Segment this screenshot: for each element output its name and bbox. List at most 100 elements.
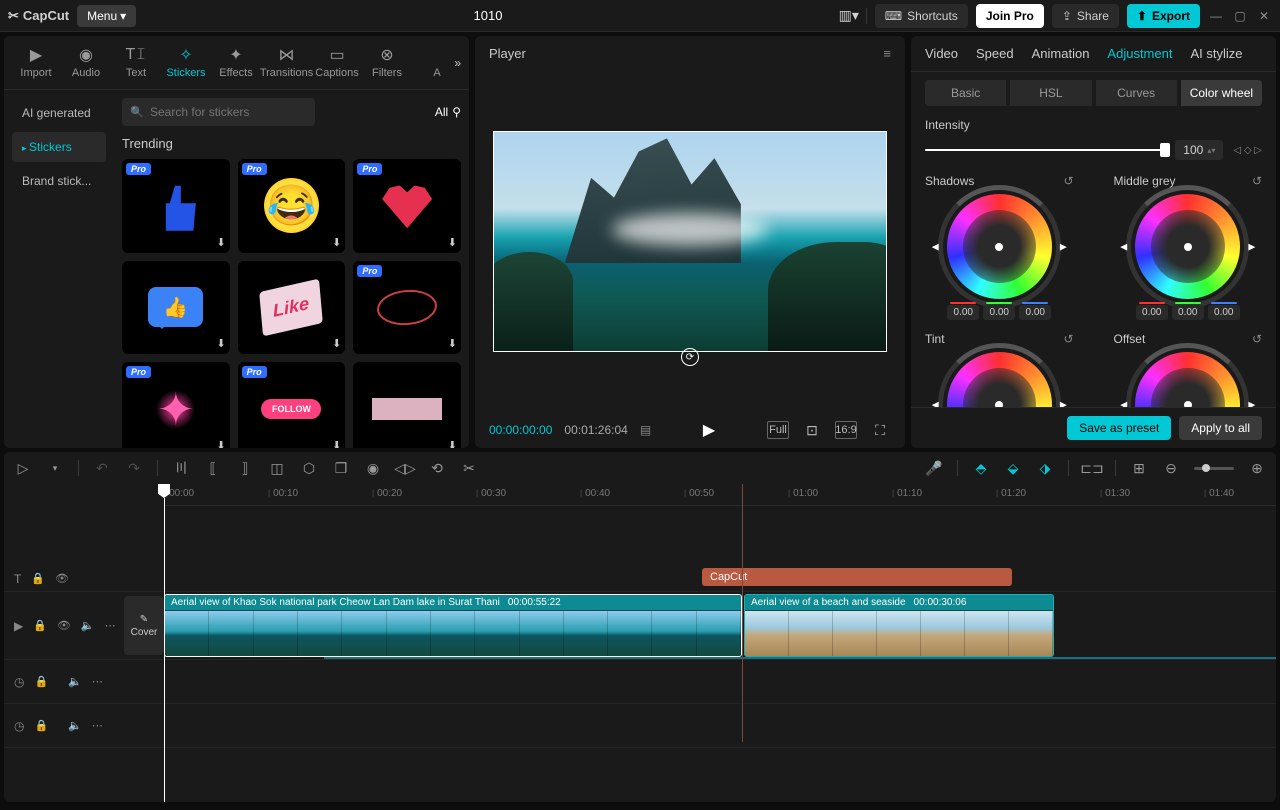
menu-button[interactable]: Menu ▾ xyxy=(77,5,136,27)
sticker-like-text[interactable]: Like⬇ xyxy=(238,261,346,355)
arrow-left-icon[interactable]: ◀ xyxy=(1120,241,1127,252)
rtab-animation[interactable]: Animation xyxy=(1032,46,1090,71)
subtab-color-wheel[interactable]: Color wheel xyxy=(1181,80,1262,106)
trim-left-tool[interactable]: ⟦ xyxy=(204,459,222,477)
arrow-right-icon[interactable]: ▶ xyxy=(1248,399,1255,407)
sticker-thumbs-up[interactable]: Pro⬇ xyxy=(122,159,230,253)
arrow-right-icon[interactable]: ▶ xyxy=(1248,241,1255,252)
duplicate-tool[interactable]: ❐ xyxy=(332,459,350,477)
share-button[interactable]: ⇪ Share xyxy=(1052,4,1119,28)
sticker-like-bubble[interactable]: 👍⬇ xyxy=(122,261,230,355)
preview-canvas[interactable] xyxy=(493,131,887,352)
apply-all-button[interactable]: Apply to all xyxy=(1179,416,1262,440)
intensity-slider[interactable] xyxy=(925,149,1165,151)
subtab-basic[interactable]: Basic xyxy=(925,80,1006,106)
ratio-button[interactable]: 16:9 xyxy=(835,421,857,439)
crop-tool[interactable]: ◫ xyxy=(268,459,286,477)
r-value[interactable]: 0.00 xyxy=(1136,305,1168,320)
dropdown-icon[interactable]: ▾ xyxy=(46,459,64,477)
zoom-in-button[interactable]: ⊕ xyxy=(1248,459,1266,477)
sticker-firework[interactable]: Pro⬇ xyxy=(122,362,230,448)
audio-clip-capcut[interactable]: CapCut xyxy=(702,568,1012,586)
mic-icon[interactable]: 🎤 xyxy=(925,459,943,477)
intensity-value[interactable]: 100▴▾ xyxy=(1175,140,1223,160)
trim-right-tool[interactable]: ⟧ xyxy=(236,459,254,477)
keyframe-controls[interactable]: ◁ ◇ ▷ xyxy=(1233,145,1262,156)
lock-icon[interactable]: 🔒 xyxy=(31,572,45,585)
sticker-heart[interactable]: Pro⬇ xyxy=(353,159,461,253)
tab-import[interactable]: ▶Import xyxy=(12,40,60,89)
b-value[interactable]: 0.00 xyxy=(1208,305,1240,320)
download-icon[interactable]: ⬇ xyxy=(216,337,225,350)
reset-icon[interactable]: ↺ xyxy=(1063,174,1073,188)
playhead-flag[interactable] xyxy=(158,484,170,498)
play-button[interactable]: ▶ xyxy=(703,420,715,440)
download-icon[interactable]: ⬇ xyxy=(332,439,341,448)
sidebar-item-stickers[interactable]: Stickers xyxy=(12,132,106,162)
maximize-icon[interactable]: ▢ xyxy=(1232,8,1248,24)
snap-tool-1[interactable]: ⬘ xyxy=(972,459,990,477)
record-tool[interactable]: ◉ xyxy=(364,459,382,477)
tab-transitions[interactable]: ⋈Transitions xyxy=(262,40,311,89)
r-value[interactable]: 0.00 xyxy=(947,305,979,320)
more-icon[interactable]: ⋯ xyxy=(92,719,103,732)
full-button[interactable]: Full xyxy=(767,421,789,439)
mute-icon[interactable]: 🔈 xyxy=(68,719,82,732)
redo-button[interactable]: ↷ xyxy=(125,459,143,477)
download-icon[interactable]: ⬇ xyxy=(332,337,341,350)
lock-icon[interactable]: 🔒 xyxy=(34,675,48,688)
sticker-follow[interactable]: ProFOLLOW⬇ xyxy=(238,362,346,448)
tab-effects[interactable]: ✦Effects xyxy=(212,40,260,89)
hamburger-icon[interactable]: ≡ xyxy=(883,46,891,61)
sync-icon[interactable]: ⟳ xyxy=(681,348,699,366)
sticker-laugh[interactable]: Pro⬇ xyxy=(238,159,346,253)
sidebar-item-brand[interactable]: Brand stick... xyxy=(12,166,106,196)
rtab-adjustment[interactable]: Adjustment xyxy=(1107,46,1172,71)
filter-all[interactable]: All ⚲ xyxy=(435,105,461,119)
arrow-right-icon[interactable]: ▶ xyxy=(1060,399,1067,407)
mute-icon[interactable]: 🔈 xyxy=(68,675,82,688)
download-icon[interactable]: ⬇ xyxy=(448,337,457,350)
magnet-tool[interactable]: ⊏⊐ xyxy=(1083,459,1101,477)
arrow-left-icon[interactable]: ◀ xyxy=(932,241,939,252)
rotate-tool[interactable]: ⟲ xyxy=(428,459,446,477)
reset-icon[interactable]: ↺ xyxy=(1252,174,1262,188)
g-value[interactable]: 0.00 xyxy=(983,305,1015,320)
export-button[interactable]: ⬆ Export xyxy=(1127,4,1200,28)
sticker-tape[interactable]: ⬇ xyxy=(353,362,461,448)
compare-icon[interactable]: ▤ xyxy=(640,423,651,437)
arrow-left-icon[interactable]: ◀ xyxy=(1120,399,1127,407)
playhead-line[interactable] xyxy=(164,498,165,802)
zoom-slider[interactable] xyxy=(1194,467,1234,470)
lock-icon[interactable]: 🔒 xyxy=(33,619,47,632)
download-icon[interactable]: ⬇ xyxy=(332,236,341,249)
shortcuts-button[interactable]: ⌨ Shortcuts xyxy=(875,4,968,28)
sticker-circle[interactable]: Pro⬇ xyxy=(353,261,461,355)
tab-filters[interactable]: ⊗Filters xyxy=(363,40,411,89)
snap-tool-2[interactable]: ⬙ xyxy=(1004,459,1022,477)
tab-text[interactable]: T𝙸Text xyxy=(112,40,160,89)
more-icon[interactable]: ⋯ xyxy=(105,619,116,632)
video-clip-1[interactable]: Aerial view of Khao Sok national park Ch… xyxy=(164,594,742,657)
mirror-tool[interactable]: ◁▷ xyxy=(396,459,414,477)
rtab-ai-stylize[interactable]: AI stylize xyxy=(1190,46,1242,71)
join-pro-button[interactable]: Join Pro xyxy=(976,4,1044,28)
undo-button[interactable]: ↶ xyxy=(93,459,111,477)
lock-icon[interactable]: 🔒 xyxy=(34,719,48,732)
subtab-hsl[interactable]: HSL xyxy=(1010,80,1091,106)
crop2-tool[interactable]: ✂ xyxy=(460,459,478,477)
subtab-curves[interactable]: Curves xyxy=(1096,80,1177,106)
snap-tool-3[interactable]: ⬗ xyxy=(1036,459,1054,477)
video-clip-2[interactable]: Aerial view of a beach and seaside00:00:… xyxy=(744,594,1054,657)
zoom-out-button[interactable]: ⊖ xyxy=(1162,459,1180,477)
mute-icon[interactable]: 🔈 xyxy=(81,619,95,632)
reset-icon[interactable]: ↺ xyxy=(1252,332,1262,346)
eye-icon[interactable]: 👁 xyxy=(57,619,71,632)
rtab-speed[interactable]: Speed xyxy=(976,46,1014,71)
download-icon[interactable]: ⬇ xyxy=(216,236,225,249)
text-track-content[interactable]: CapCut xyxy=(124,566,1276,591)
arrow-right-icon[interactable]: ▶ xyxy=(1060,241,1067,252)
slider-thumb[interactable] xyxy=(1160,143,1170,157)
more-icon[interactable]: ⋯ xyxy=(92,675,103,688)
save-preset-button[interactable]: Save as preset xyxy=(1067,416,1171,440)
